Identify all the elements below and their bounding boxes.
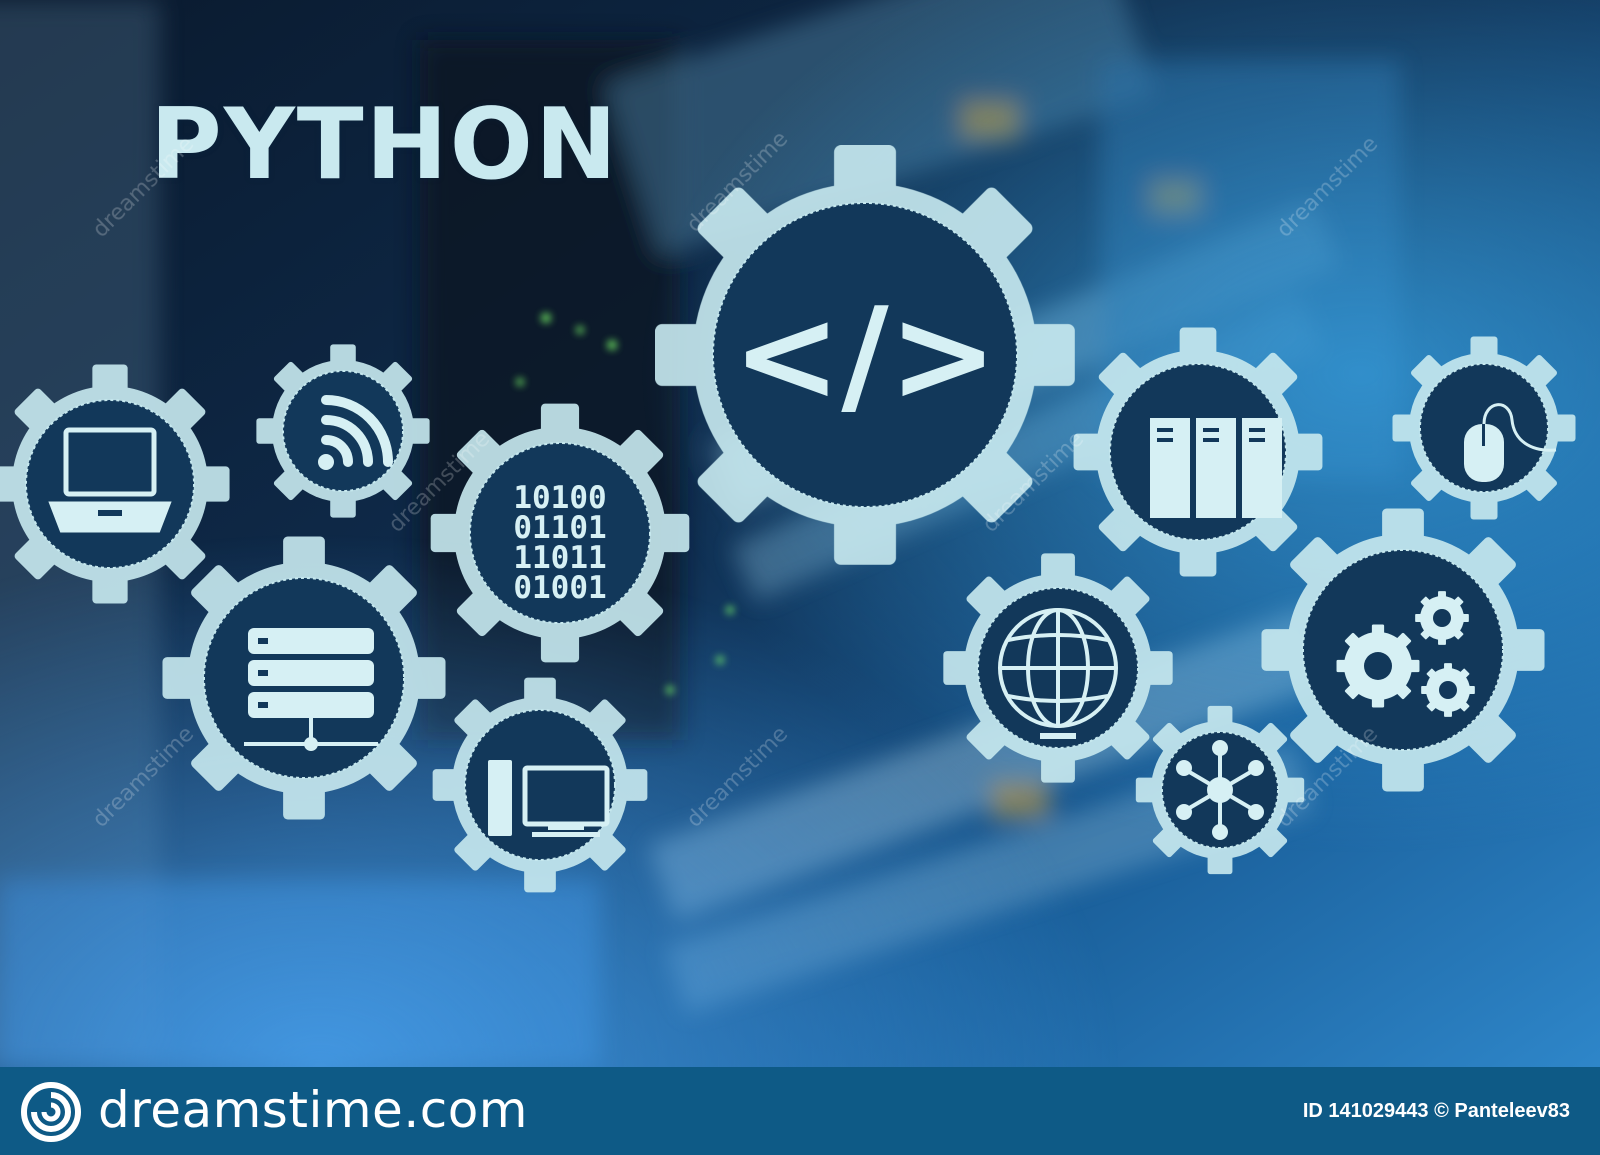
footer-bar: dreamstime.com ID 141029443 © Panteleev8… xyxy=(0,1067,1600,1155)
gear-center-laptop xyxy=(25,399,195,569)
gear-center-desktop xyxy=(464,709,616,861)
code-tag-icon: </> xyxy=(732,279,997,431)
footer-brand: dreamstime.com xyxy=(98,1081,528,1139)
python-headline: PYTHON xyxy=(150,88,619,202)
stock-image: </> 10100 01101 11011 01001 PYTHON dream… xyxy=(0,0,1600,1155)
svg-text:</>: </> xyxy=(732,279,997,431)
svg-text:01001: 01001 xyxy=(513,570,606,606)
servers-icon xyxy=(1150,418,1282,518)
footer-credit: ID 141029443 © Panteleev83 xyxy=(1302,1100,1570,1122)
binary-code-icon: 10100 01101 11011 01001 xyxy=(513,480,606,606)
dreamstime-logo-icon xyxy=(21,1082,81,1142)
